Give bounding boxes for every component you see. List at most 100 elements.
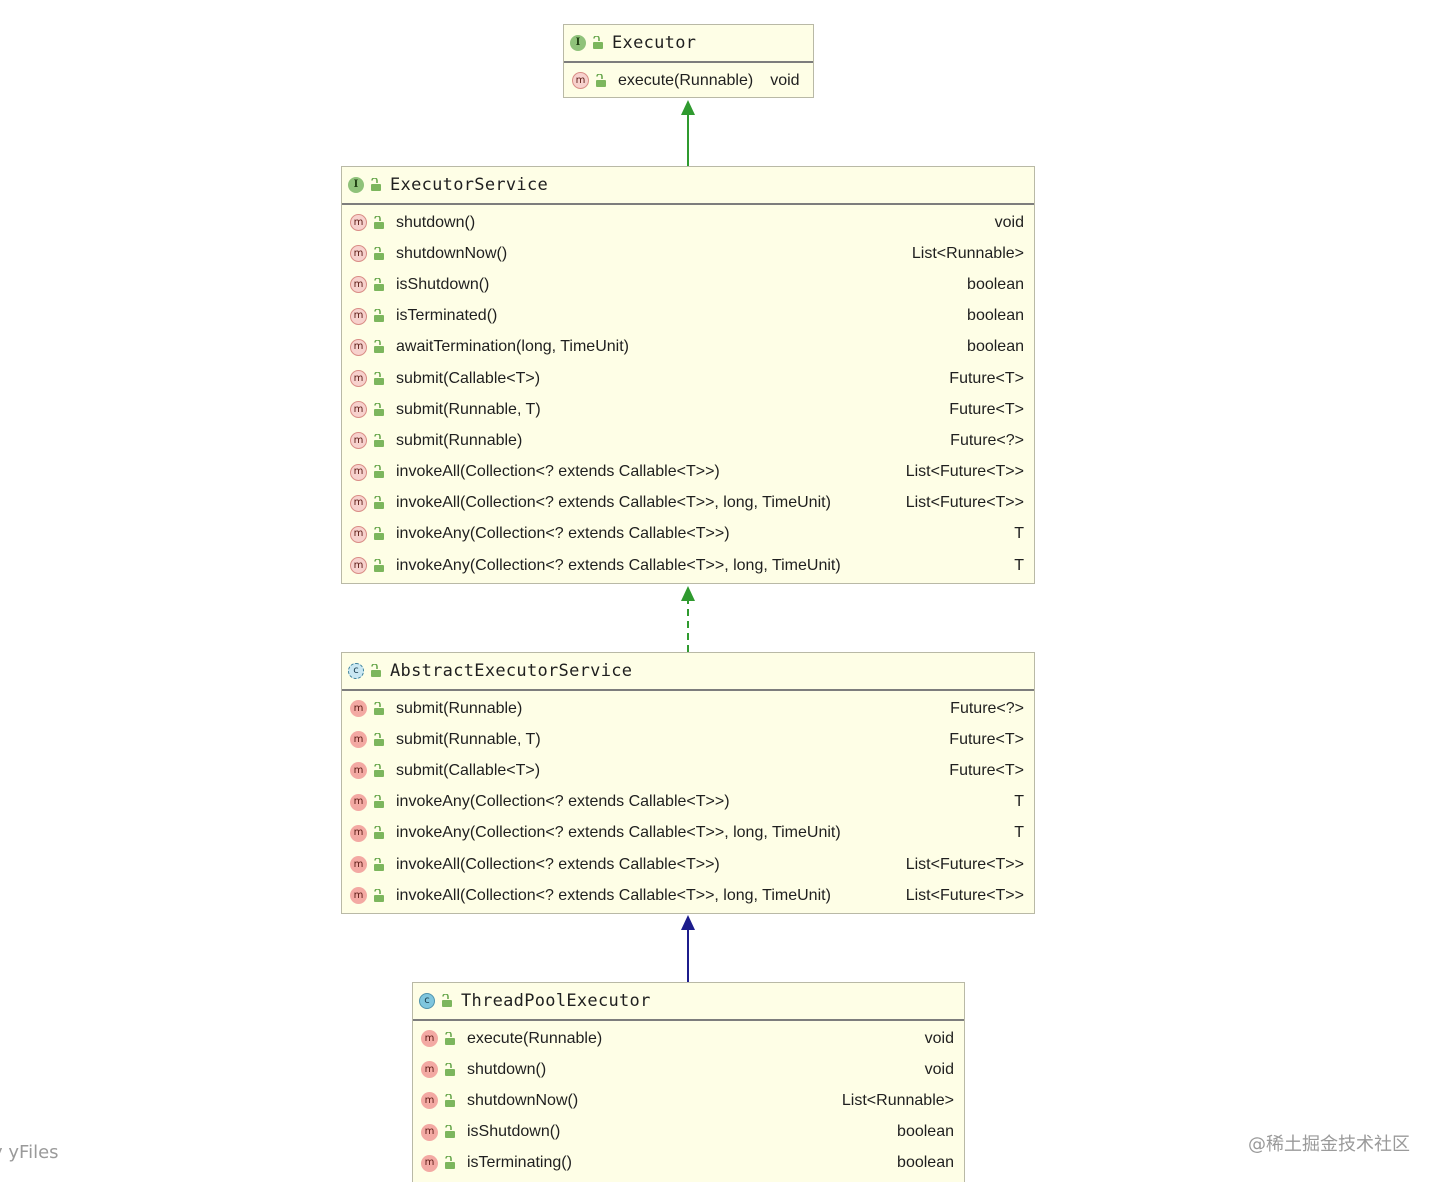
method-row[interactable]: m shutdown() void [342,207,1034,238]
method-icon: m [350,525,367,543]
method-list: m execute(Runnable) void [564,63,813,96]
method-row[interactable]: m isShutdown() boolean [413,1117,964,1148]
method-icon: m [421,1092,438,1110]
unlocked-padlock-icon [374,701,384,715]
method-icon: m [350,307,367,325]
method-row[interactable]: m shutdown() void [413,1054,964,1085]
uml-node-header[interactable]: I ExecutorService [342,167,1034,205]
method-icon: m [350,762,367,780]
class-icon: c [419,993,435,1009]
method-row[interactable]: m isTerminated() boolean [342,301,1034,332]
method-row[interactable]: m invokeAll(Collection<? extends Callable… [342,880,1034,911]
node-title: AbstractExecutorService [390,661,633,681]
method-row[interactable]: m isTerminating() boolean [413,1148,964,1179]
uml-node-header[interactable]: I Executor [564,25,813,63]
method-signature: invokeAll(Collection<? extends Callable<… [396,494,831,512]
method-signature: submit(Runnable) [396,699,523,717]
method-icon: m [350,824,367,842]
method-row[interactable]: m submit(Callable<T>) Future<T> [342,363,1034,394]
method-return-type: boolean [967,338,1024,356]
unlocked-padlock-icon [371,178,381,191]
unlocked-padlock-icon [374,763,384,777]
uml-node-executor-service[interactable]: I ExecutorService m shutdown() void m shutdo… [341,166,1035,584]
method-row[interactable]: m invokeAny(Collection<? extends Callable… [342,550,1034,581]
method-signature: shutdownNow() [467,1091,579,1109]
method-return-type: T [1014,556,1024,574]
method-icon: m [350,856,367,874]
uml-node-header[interactable]: c AbstractExecutorService [342,653,1034,691]
edge-executorservice-to-executor [681,100,695,166]
method-signature: invokeAll(Collection<? extends Callable<… [396,463,720,481]
method-row[interactable]: m invokeAny(Collection<? extends Callable… [342,519,1034,550]
method-row[interactable]: m shutdownNow() List<Runnable> [342,238,1034,269]
method-row[interactable]: m invokeAny(Collection<? extends Callable… [342,787,1034,818]
method-return-type: void [924,1060,954,1078]
unlocked-padlock-icon [445,1062,455,1076]
method-icon: m [421,1123,438,1141]
method-icon: m [350,432,367,450]
method-row[interactable]: m shutdownNow() List<Runnable> [413,1085,964,1116]
unlocked-padlock-icon [374,246,384,260]
unlocked-padlock-icon [374,527,384,541]
method-icon: m [350,557,367,575]
method-row[interactable]: m isShutdown() boolean [342,269,1034,300]
method-row[interactable]: m invokeAll(Collection<? extends Callable… [342,457,1034,488]
method-icon: m [350,700,367,718]
method-return-type: T [1014,525,1024,543]
method-return-type: void [770,71,800,89]
method-icon: m [350,370,367,388]
method-icon: m [350,887,367,905]
unlocked-padlock-icon [374,371,384,385]
uml-node-executor[interactable]: I Executor m execute(Runnable) void [563,24,814,98]
method-signature: invokeAny(Collection<? extends Callable<… [396,556,841,574]
edge-abstract-to-executorservice [681,586,695,652]
method-icon: m [421,1030,438,1048]
method-icon: m [350,338,367,356]
unlocked-padlock-icon [371,664,381,677]
method-row[interactable]: m submit(Runnable, T) Future<T> [342,724,1034,755]
method-row[interactable]: m execute(Runnable) void [413,1023,964,1054]
juejin-watermark: @稀土掘金技术社区 [1248,1134,1410,1155]
uml-node-abstract-executor-service[interactable]: c AbstractExecutorService m submit(Runnab… [341,652,1035,914]
unlocked-padlock-icon [445,1031,455,1045]
method-signature: submit(Callable<T>) [396,369,541,387]
method-row[interactable]: m submit(Runnable) Future<?> [342,693,1034,724]
method-row[interactable]: m invokeAll(Collection<? extends Callable… [342,488,1034,519]
method-signature: submit(Callable<T>) [396,761,541,779]
method-signature: shutdown() [467,1060,547,1078]
method-signature: isShutdown() [396,275,490,293]
method-row[interactable]: m invokeAll(Collection<? extends Callable… [342,849,1034,880]
method-row[interactable]: m submit(Runnable, T) Future<T> [342,394,1034,425]
method-return-type: List<Future<T>> [905,463,1024,481]
unlocked-padlock-icon [445,1125,455,1139]
method-return-type: List<Runnable> [841,1091,954,1109]
method-return-type: Future<T> [949,369,1024,387]
method-signature: isTerminated() [396,307,498,325]
node-title: ExecutorService [390,175,549,195]
method-list: m shutdown() void m shutdownNow() List<Runnab… [342,205,1034,581]
method-return-type: Future<T> [949,730,1024,748]
method-return-type: boolean [897,1154,954,1172]
method-return-type: Future<?> [950,699,1024,717]
method-row[interactable]: m submit(Runnable) Future<?> [342,425,1034,456]
node-title: ThreadPoolExecutor [461,991,651,1011]
unlocked-padlock-icon [374,795,384,809]
uml-node-thread-pool-executor[interactable]: c ThreadPoolExecutor m execute(Runnable) v… [412,982,965,1182]
method-list: m execute(Runnable) void m shutdown() void m sh… [413,1021,964,1179]
method-return-type: void [924,1029,954,1047]
unlocked-padlock-icon [593,36,603,49]
method-row[interactable]: m submit(Callable<T>) Future<T> [342,755,1034,786]
unlocked-padlock-icon [374,277,384,291]
method-signature: submit(Runnable, T) [396,400,541,418]
method-row[interactable]: m invokeAny(Collection<? extends Callable… [342,818,1034,849]
unlocked-padlock-icon [374,496,384,510]
method-signature: submit(Runnable, T) [396,730,541,748]
edge-threadpool-to-abstract [681,915,695,982]
uml-node-header[interactable]: c ThreadPoolExecutor [413,983,964,1021]
method-row[interactable]: m execute(Runnable) void [564,65,813,96]
method-icon: m [350,731,367,749]
unlocked-padlock-icon [374,826,384,840]
unlocked-padlock-icon [374,309,384,323]
method-row[interactable]: m awaitTermination(long, TimeUnit) boolean [342,332,1034,363]
node-title: Executor [612,33,697,53]
